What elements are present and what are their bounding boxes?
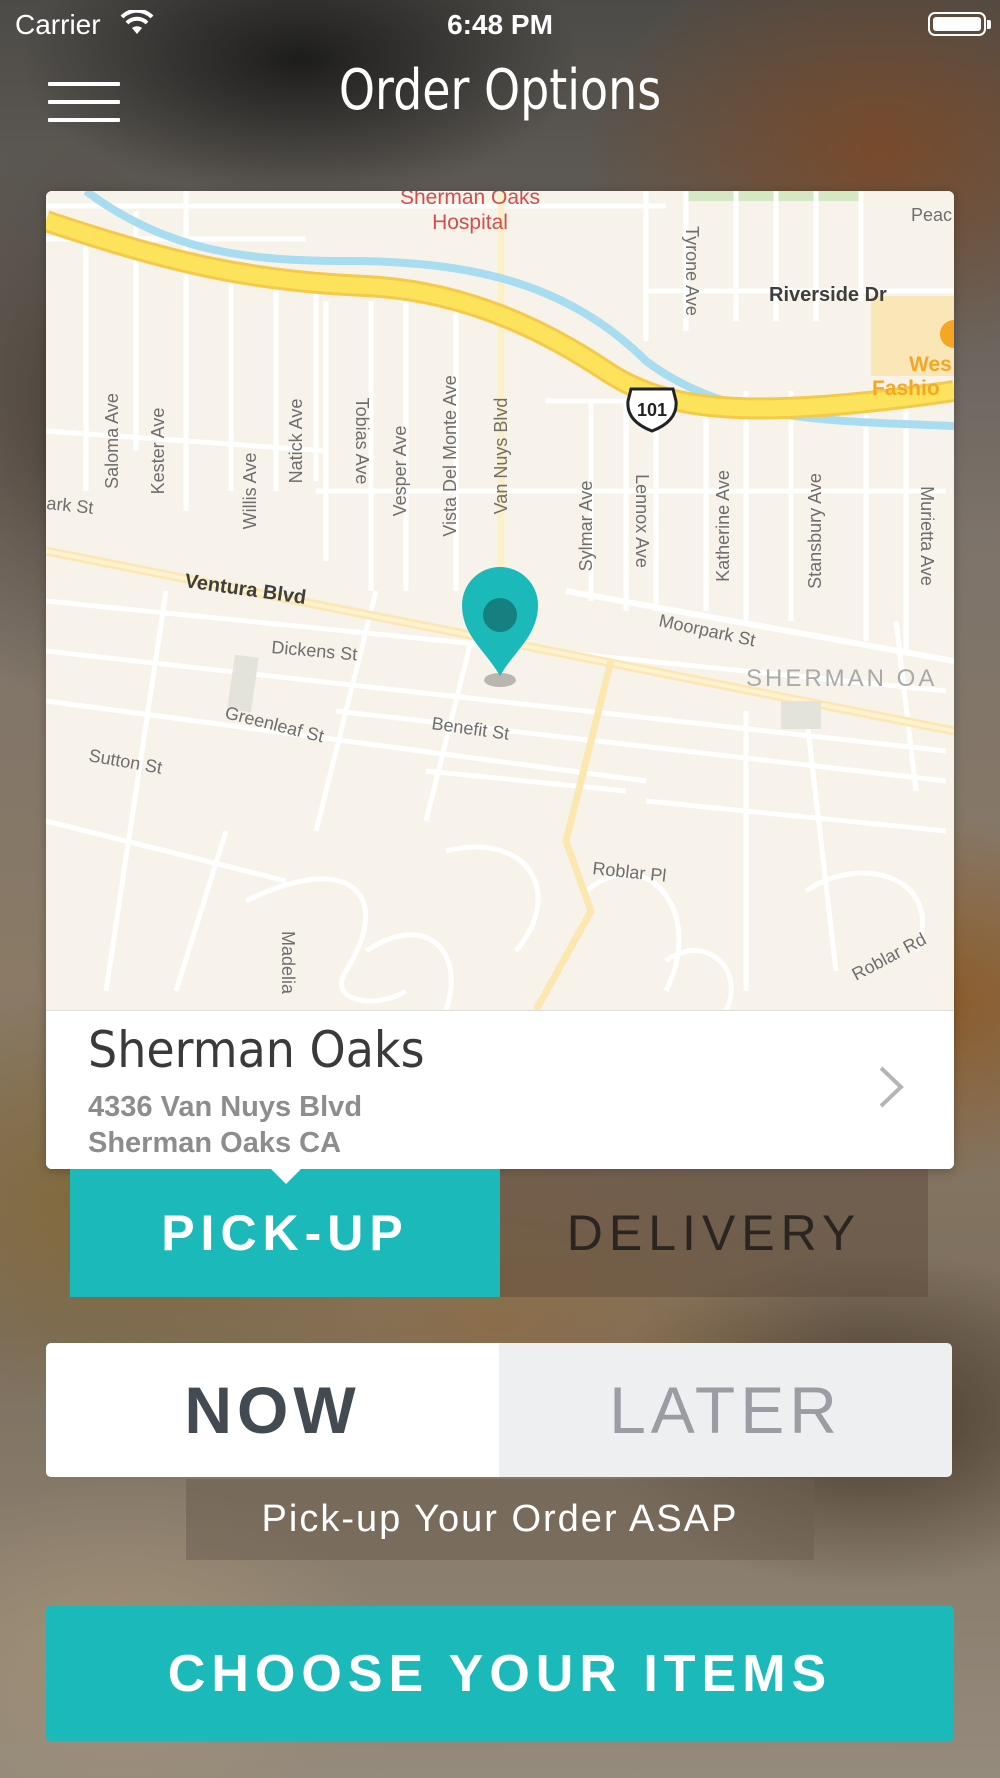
map-label-sutton: Sutton St	[87, 745, 163, 778]
fulfillment-toggle: PICK-UP DELIVERY	[70, 1168, 928, 1297]
map-label-sylmar: Sylmar Ave	[576, 481, 596, 572]
page-title: Order Options	[338, 58, 662, 123]
map-label-saloma: Saloma Ave	[102, 393, 122, 489]
choose-items-button[interactable]: CHOOSE YOUR ITEMS	[46, 1606, 954, 1741]
map-label-ventura: Ventura Blvd	[183, 570, 307, 609]
store-location-row[interactable]: Sherman Oaks 4336 Van Nuys Blvd Sherman …	[46, 1010, 954, 1169]
store-map[interactable]: Sherman Oaks Hospital Wes Fashio Peac Ty…	[46, 191, 954, 1010]
map-label-kester: Kester Ave	[148, 408, 168, 495]
store-address-line1: 4336 Van Nuys Blvd	[88, 1091, 363, 1123]
status-time: 6:48 PM	[447, 9, 553, 40]
store-name: Sherman Oaks	[88, 1021, 425, 1079]
map-label-riverside: Riverside Dr	[769, 284, 887, 306]
map-label-katherine: Katherine Ave	[713, 470, 733, 582]
timing-note: Pick-up Your Order ASAP	[186, 1479, 814, 1560]
map-label-natick: Natick Ave	[286, 399, 306, 484]
tab-later[interactable]: LATER	[499, 1343, 952, 1477]
map-label-lennox: Lennox Ave	[632, 474, 652, 568]
map-label-greenleaf: Greenleaf St	[223, 702, 326, 746]
store-card: Sherman Oaks Hospital Wes Fashio Peac Ty…	[46, 191, 954, 1169]
store-address-line2: Sherman Oaks CA	[88, 1127, 342, 1159]
timing-toggle: NOW LATER	[46, 1343, 952, 1477]
highway-shield-icon: 101	[626, 387, 678, 433]
map-label-fashion: Fashio	[872, 377, 940, 400]
map-pin-icon[interactable]	[462, 567, 538, 687]
map-label-madelia: Madelia	[278, 931, 298, 995]
map-label-vista: Vista Del Monte Ave	[440, 375, 460, 536]
map-label-hospital: Sherman Oaks	[400, 191, 540, 209]
map-label-neighborhood: SHERMAN OA	[746, 665, 937, 692]
map-label-tyrone: Tyrone Ave	[682, 226, 702, 316]
chevron-right-icon	[879, 1066, 904, 1108]
tab-pickup[interactable]: PICK-UP	[70, 1168, 500, 1297]
map-label-dickens: Dickens St	[271, 637, 358, 664]
map-label-clark: ark St	[46, 493, 94, 518]
status-bar: Carrier 6:48 PM	[0, 0, 1000, 50]
map-label-hospital-2: Hospital	[432, 211, 508, 234]
map-label-willis: Willis Ave	[240, 453, 260, 530]
map-label-stansbury: Stansbury Ave	[805, 473, 825, 589]
map-label-van-nuys: Van Nuys Blvd	[491, 398, 511, 515]
map-label-roblar-rd: Roblar Rd	[848, 929, 929, 985]
map-label-benefit: Benefit St	[430, 713, 510, 744]
map-label-murietta: Murietta Ave	[917, 486, 937, 586]
map-label-vesper: Vesper Ave	[390, 426, 410, 517]
battery-icon	[928, 12, 991, 36]
map-label-peach: Peac	[911, 205, 952, 225]
map-label-westfield: Wes	[909, 353, 952, 376]
svg-text:101: 101	[637, 400, 667, 420]
map-label-tobias: Tobias Ave	[352, 398, 372, 485]
tab-delivery[interactable]: DELIVERY	[500, 1169, 928, 1297]
tab-now[interactable]: NOW	[46, 1343, 499, 1477]
